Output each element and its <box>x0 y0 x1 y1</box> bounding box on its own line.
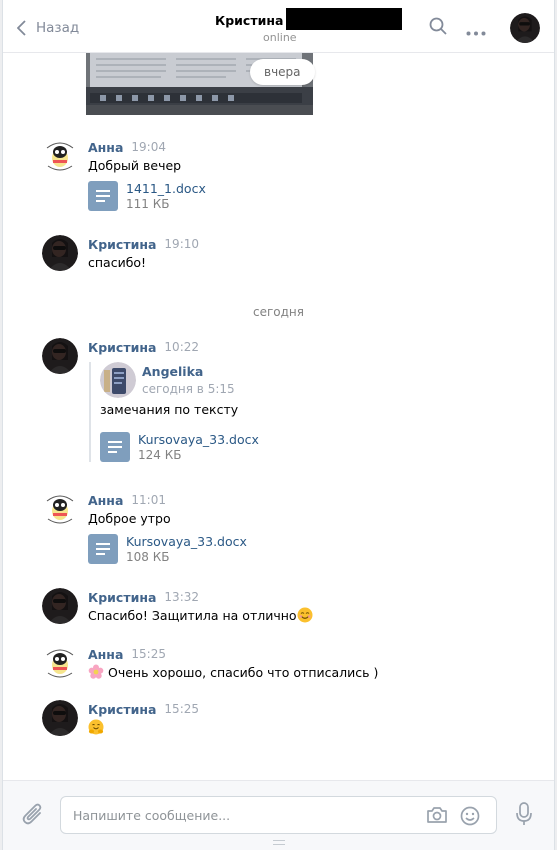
message-input-box[interactable] <box>60 796 497 834</box>
date-badge: вчера <box>250 59 315 85</box>
avatar-anna[interactable] <box>42 138 78 174</box>
resize-handle[interactable] <box>273 840 285 845</box>
message-text-row <box>88 719 199 740</box>
more-icon[interactable] <box>466 25 486 40</box>
message-input[interactable] <box>73 797 413 833</box>
document-icon <box>88 181 118 211</box>
message-text: спасибо! <box>88 255 147 270</box>
message-composer <box>3 780 554 850</box>
message-author[interactable]: Кристина <box>88 237 156 252</box>
message-author[interactable]: Кристина <box>88 590 156 605</box>
forwarded-author[interactable]: Angelika <box>142 364 203 379</box>
message-time[interactable]: 19:04 <box>131 140 166 154</box>
header-avatar[interactable] <box>510 13 540 43</box>
smiling-face-emoji <box>297 607 313 628</box>
contact-name: Кристина <box>215 12 284 28</box>
flower-emoji <box>88 664 104 685</box>
avatar-anna[interactable] <box>42 645 78 681</box>
chat-window: вчера Анна 19:04 Добрый вечер 1411_1.docx… <box>2 0 555 850</box>
message-time[interactable]: 10:22 <box>164 340 199 354</box>
message-time[interactable]: 15:25 <box>131 647 166 661</box>
document-size: 124 КБ <box>138 448 182 462</box>
avatar-kristina[interactable] <box>42 700 78 736</box>
message-author[interactable]: Анна <box>88 647 123 662</box>
document-attachment[interactable]: Kursovaya_33.docx 108 КБ <box>88 534 247 566</box>
chat-header: Назад Кристина online <box>3 0 554 53</box>
forwarded-message: Angelika сегодня в 5:15 замечания по тек… <box>89 362 329 462</box>
document-size: 111 КБ <box>126 197 170 211</box>
message-time[interactable]: 13:32 <box>164 590 199 604</box>
document-size: 108 КБ <box>126 550 170 564</box>
message-author[interactable]: Анна <box>88 140 123 155</box>
message-text-row: Спасибо! Защитила на отлично <box>88 607 313 628</box>
message-text: Доброе утро <box>88 511 171 526</box>
document-icon <box>88 534 118 564</box>
document-icon <box>100 432 130 462</box>
online-status: online <box>263 31 297 44</box>
day-separator: сегодня <box>253 305 304 319</box>
microphone-icon[interactable] <box>516 802 532 830</box>
forwarded-time[interactable]: сегодня в 5:15 <box>142 382 235 396</box>
forwarded-text: замечания по тексту <box>100 402 239 417</box>
message-time[interactable]: 11:01 <box>131 493 166 507</box>
back-label: Назад <box>36 20 80 36</box>
chat-title[interactable]: Кристина <box>215 8 403 30</box>
document-name[interactable]: Kursovaya_33.docx <box>126 534 247 549</box>
document-attachment[interactable]: Kursovaya_33.docx 124 КБ <box>100 432 259 464</box>
message-time[interactable]: 15:25 <box>164 702 199 716</box>
document-name[interactable]: 1411_1.docx <box>126 181 206 196</box>
avatar-kristina[interactable] <box>42 338 78 374</box>
message-time[interactable]: 19:10 <box>164 237 199 251</box>
message-author[interactable]: Анна <box>88 493 123 508</box>
document-name[interactable]: Kursovaya_33.docx <box>138 432 259 447</box>
message-text: Очень хорошо, спасибо что отписались ) <box>107 665 379 680</box>
message-text: Спасибо! Защитила на отлично <box>88 608 297 623</box>
avatar-anna[interactable] <box>42 491 78 527</box>
message-author[interactable]: Кристина <box>88 340 156 355</box>
hugging-face-emoji <box>88 719 104 740</box>
avatar-kristina[interactable] <box>42 588 78 624</box>
avatar-angelika[interactable] <box>100 362 136 398</box>
redacted-block <box>286 8 403 30</box>
message-author[interactable]: Кристина <box>88 702 156 717</box>
message-text: Добрый вечер <box>88 158 182 173</box>
attach-icon[interactable] <box>22 802 44 830</box>
back-button[interactable]: Назад <box>17 17 79 39</box>
message-text-row: Очень хорошо, спасибо что отписались ) <box>88 664 378 685</box>
document-attachment[interactable]: 1411_1.docx 111 КБ <box>88 181 206 213</box>
avatar-kristina[interactable] <box>42 235 78 271</box>
chevron-left-icon <box>17 20 26 36</box>
camera-icon[interactable] <box>426 806 448 828</box>
emoji-icon[interactable] <box>460 806 480 830</box>
search-icon[interactable] <box>429 17 447 39</box>
